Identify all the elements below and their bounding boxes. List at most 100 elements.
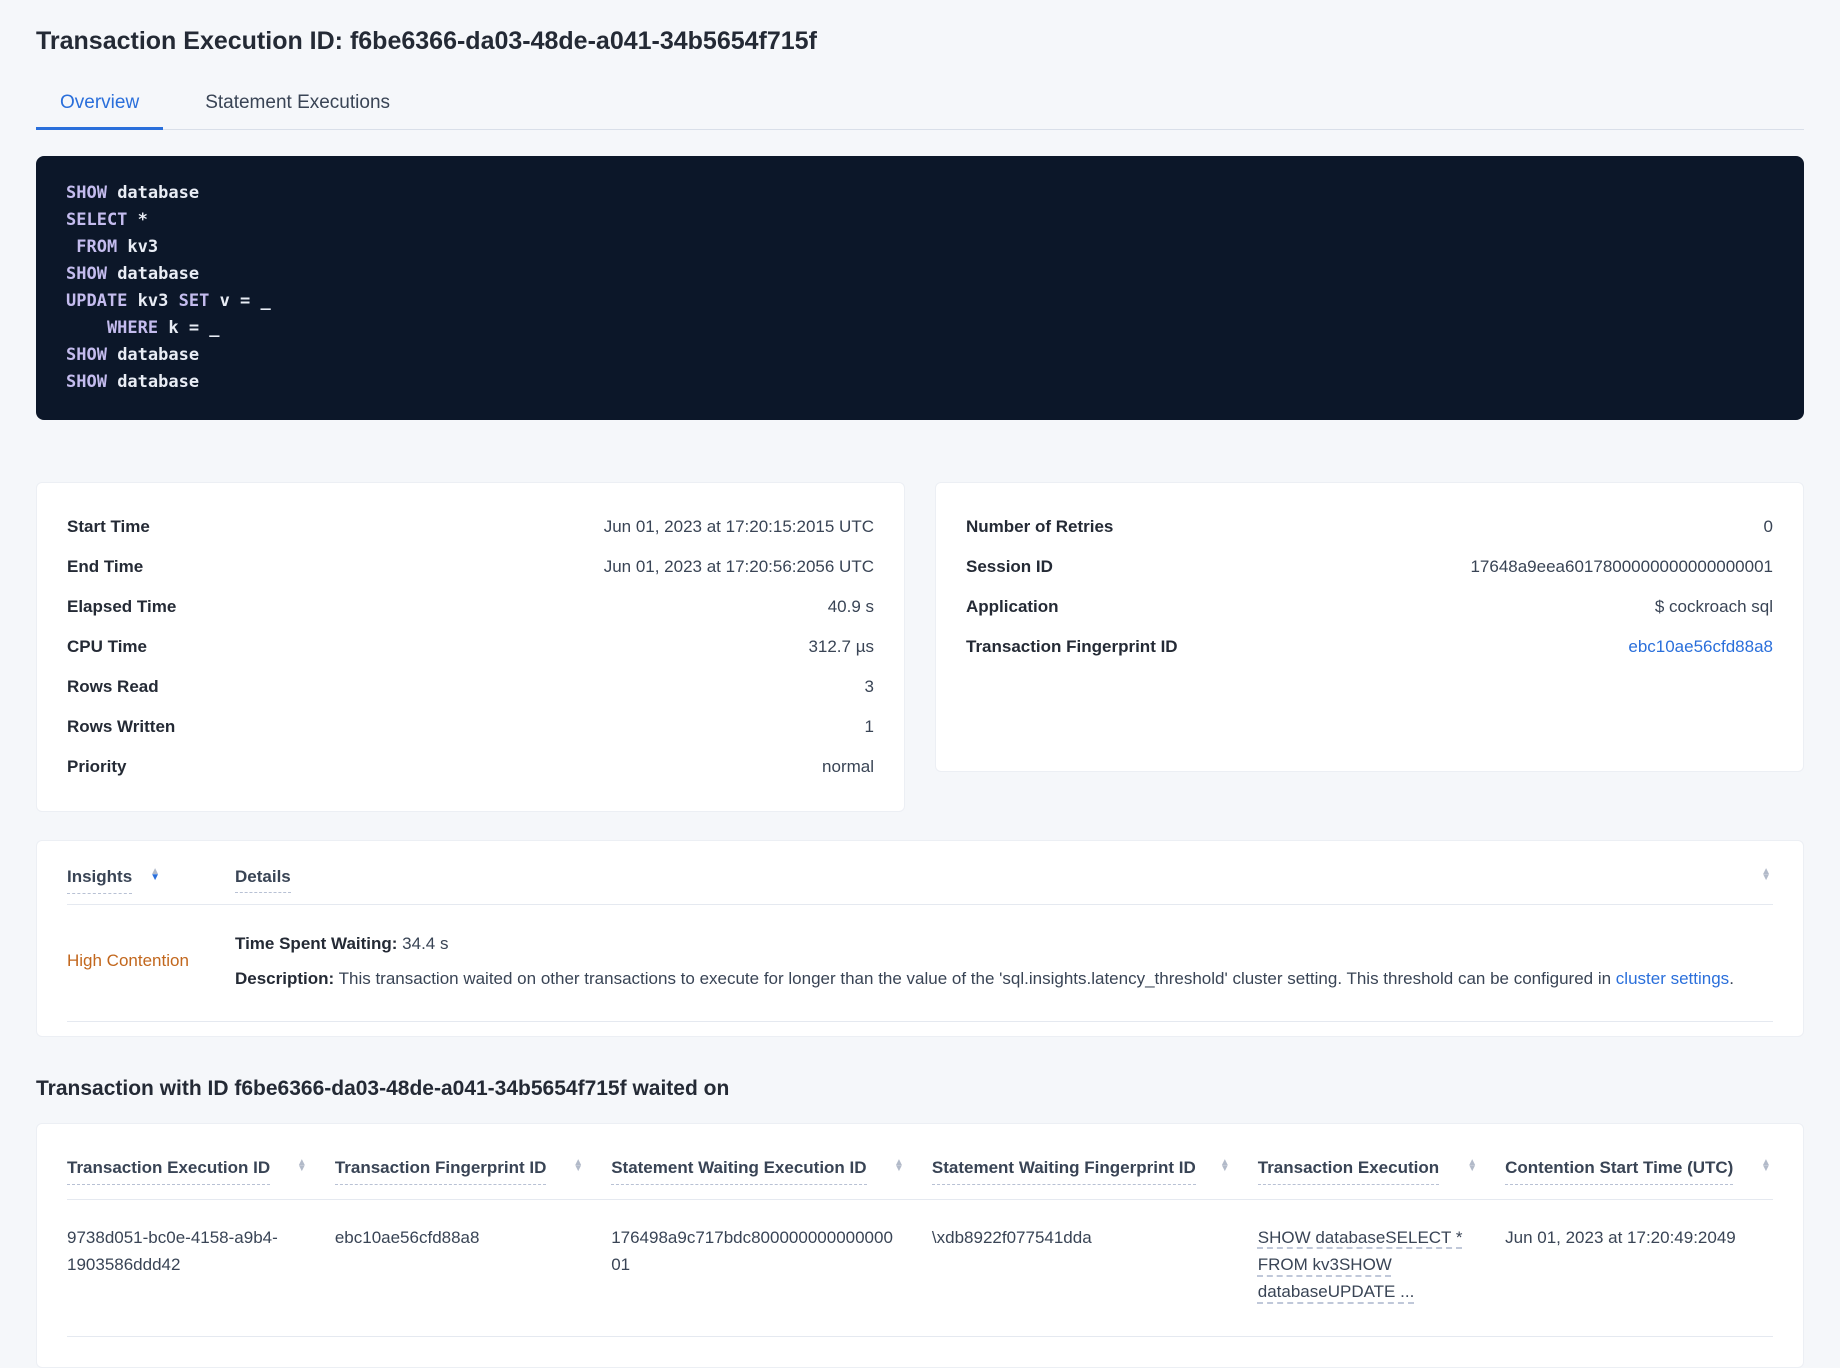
row-value: 312.7 µs	[808, 637, 874, 657]
column-header-contention-start-time[interactable]: Contention Start Time (UTC)	[1505, 1158, 1773, 1185]
row-label: Start Time	[67, 517, 150, 537]
sort-icons[interactable]	[295, 1158, 309, 1174]
row-value: $ cockroach sql	[1655, 597, 1773, 617]
summary-row-end-time: End Time Jun 01, 2023 at 17:20:56:2056 U…	[67, 547, 874, 587]
cell-transaction-fingerprint-id: ebc10ae56cfd88a8	[335, 1224, 611, 1306]
sort-desc-icon	[894, 1166, 904, 1172]
summary-row-cpu-time: CPU Time 312.7 µs	[67, 627, 874, 667]
sql-text: kv3	[117, 237, 158, 257]
summary-row-rows-read: Rows Read 3	[67, 667, 874, 707]
row-label: CPU Time	[67, 637, 147, 657]
column-label: Transaction Execution ID	[67, 1158, 270, 1185]
transaction-fingerprint-link[interactable]: ebc10ae56cfd88a8	[1628, 637, 1773, 657]
sql-keyword: SHOW	[66, 264, 107, 284]
tab-bar: Overview Statement Executions	[36, 80, 1804, 130]
transaction-execution-link[interactable]: SHOW databaseSELECT * FROM kv3SHOW datab…	[1258, 1228, 1463, 1301]
row-value: 3	[865, 677, 874, 697]
column-header-statement-waiting-fingerprint-id[interactable]: Statement Waiting Fingerprint ID	[932, 1158, 1258, 1185]
cell-statement-waiting-execution-id: 176498a9c717bdc80000000000000001	[611, 1224, 932, 1306]
tab-overview[interactable]: Overview	[36, 80, 163, 130]
insight-type-badge: High Contention	[67, 951, 235, 971]
sort-desc-icon	[1761, 1166, 1771, 1172]
column-label: Contention Start Time (UTC)	[1505, 1158, 1733, 1185]
column-header-transaction-execution-id[interactable]: Transaction Execution ID	[67, 1158, 335, 1185]
time-spent-waiting: Time Spent Waiting: 34.4 s	[235, 931, 1773, 957]
description-suffix: .	[1729, 969, 1734, 988]
sql-text: database	[107, 264, 199, 284]
sql-text: k = _	[158, 318, 219, 338]
sql-keyword: SET	[179, 291, 210, 311]
sort-icons[interactable]	[1759, 867, 1773, 883]
sql-line: SHOW database	[66, 180, 1774, 207]
sort-icons[interactable]	[148, 867, 162, 883]
summary-cards-row: Start Time Jun 01, 2023 at 17:20:15:2015…	[36, 482, 1804, 812]
page-title: Transaction Execution ID: f6be6366-da03-…	[36, 26, 1804, 56]
sql-text: database	[107, 183, 199, 203]
cluster-settings-link[interactable]: cluster settings	[1616, 969, 1729, 988]
sql-line: UPDATE kv3 SET v = _	[66, 288, 1774, 315]
sql-line: SHOW database	[66, 369, 1774, 396]
column-header-transaction-execution[interactable]: Transaction Execution	[1258, 1158, 1505, 1185]
summary-row-rows-written: Rows Written 1	[67, 707, 874, 747]
summary-row-retries: Number of Retries 0	[966, 507, 1773, 547]
sql-statements-box: SHOW database SELECT * FROM kv3 SHOW dat…	[36, 156, 1804, 420]
row-label: Session ID	[966, 557, 1053, 577]
row-value: 40.9 s	[828, 597, 874, 617]
sql-line: FROM kv3	[66, 234, 1774, 261]
tab-statement-executions[interactable]: Statement Executions	[181, 80, 414, 130]
row-label: Application	[966, 597, 1059, 617]
sort-icons[interactable]	[1218, 1158, 1232, 1174]
column-label: Transaction Fingerprint ID	[335, 1158, 547, 1185]
summary-row-application: Application $ cockroach sql	[966, 587, 1773, 627]
row-label: Elapsed Time	[67, 597, 176, 617]
sort-icons[interactable]	[1465, 1158, 1479, 1174]
sql-line: SELECT *	[66, 207, 1774, 234]
row-value: 1	[865, 717, 874, 737]
time-spent-waiting-label: Time Spent Waiting:	[235, 934, 397, 953]
column-label: Statement Waiting Fingerprint ID	[932, 1158, 1196, 1185]
sort-desc-icon	[1761, 875, 1771, 881]
table-footer-spacer	[67, 1337, 1773, 1367]
insight-description: Description: This transaction waited on …	[235, 966, 1773, 992]
row-value: normal	[822, 757, 874, 777]
sort-icons[interactable]	[892, 1158, 906, 1174]
transaction-details-page: Transaction Execution ID: f6be6366-da03-…	[0, 0, 1840, 1368]
insights-column-header[interactable]: Insights	[67, 867, 235, 894]
sort-desc-icon	[1220, 1166, 1230, 1172]
column-header-transaction-fingerprint-id[interactable]: Transaction Fingerprint ID	[335, 1158, 611, 1185]
cell-statement-waiting-fingerprint-id: \xdb8922f077541dda	[932, 1224, 1258, 1306]
sql-keyword: FROM	[66, 237, 117, 257]
sql-line: SHOW database	[66, 261, 1774, 288]
sql-text: kv3	[127, 291, 178, 311]
waited-table-header: Transaction Execution ID Transaction Fin…	[67, 1158, 1773, 1200]
cell-transaction-execution: SHOW databaseSELECT * FROM kv3SHOW datab…	[1258, 1224, 1505, 1306]
insights-table-header: Insights Details	[67, 855, 1773, 905]
summary-row-start-time: Start Time Jun 01, 2023 at 17:20:15:2015…	[67, 507, 874, 547]
waited-table-row: 9738d051-bc0e-4158-a9b4-1903586ddd42 ebc…	[67, 1200, 1773, 1337]
column-header-statement-waiting-execution-id[interactable]: Statement Waiting Execution ID	[611, 1158, 932, 1185]
row-value: 17648a9eea6017800000000000000001	[1470, 557, 1773, 577]
cell-contention-start-time: Jun 01, 2023 at 17:20:49:2049	[1505, 1224, 1773, 1306]
sql-keyword: WHERE	[66, 318, 158, 338]
row-label: Rows Read	[67, 677, 159, 697]
tab-overview-label: Overview	[60, 92, 139, 113]
column-label: Transaction Execution	[1258, 1158, 1439, 1185]
execution-timing-card: Start Time Jun 01, 2023 at 17:20:15:2015…	[36, 482, 905, 812]
sort-icons[interactable]	[1759, 1158, 1773, 1174]
sort-desc-icon	[573, 1166, 583, 1172]
summary-row-elapsed-time: Elapsed Time 40.9 s	[67, 587, 874, 627]
row-label: Priority	[67, 757, 127, 777]
sort-icons[interactable]	[571, 1158, 585, 1174]
time-spent-waiting-value: 34.4 s	[397, 934, 448, 953]
summary-row-transaction-fingerprint: Transaction Fingerprint ID ebc10ae56cfd8…	[966, 627, 1773, 667]
sql-keyword: UPDATE	[66, 291, 127, 311]
sql-text: database	[107, 372, 199, 392]
sql-text: *	[127, 210, 147, 230]
session-info-card: Number of Retries 0 Session ID 17648a9ee…	[935, 482, 1804, 772]
sql-line: SHOW database	[66, 342, 1774, 369]
cell-transaction-execution-id: 9738d051-bc0e-4158-a9b4-1903586ddd42	[67, 1224, 335, 1306]
sql-keyword: SHOW	[66, 345, 107, 365]
column-label: Statement Waiting Execution ID	[611, 1158, 866, 1185]
row-label: Number of Retries	[966, 517, 1113, 537]
details-column-header: Details	[235, 867, 1759, 887]
